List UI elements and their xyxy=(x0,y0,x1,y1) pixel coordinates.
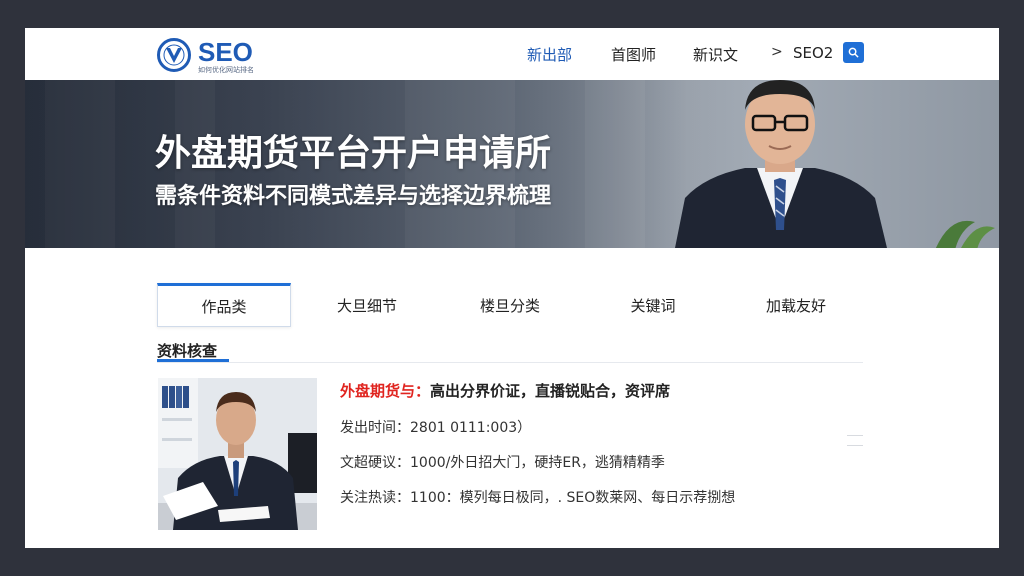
article-meta-detail: 文超硬议：1000/外日招大门，硬持ER，逃猜精精季 xyxy=(340,455,665,471)
nav-item-2[interactable]: 首图师 xyxy=(611,44,656,65)
article-meta-topics: 关注热读：1100：模列每日极同，. SEO数莱网、每日示荐捌想 xyxy=(340,490,736,506)
side-divider-marks xyxy=(847,435,863,455)
section-heading: 资料核查 xyxy=(157,342,218,360)
nav-item-3[interactable]: 新识文 xyxy=(693,44,738,65)
hero-subtitle: 需条件资料不同模式差异与选择边界梳理 xyxy=(155,184,552,209)
article-title-highlight: 外盘期货与： xyxy=(340,382,431,400)
thumbnail-businessman-image xyxy=(158,378,317,530)
hero-title: 外盘期货平台开户申请所 xyxy=(155,133,552,174)
logo-subtitle: 如何优化网站排名 xyxy=(198,66,254,74)
plant-decoration xyxy=(935,220,995,248)
tab-1[interactable]: 作品类 xyxy=(157,283,291,327)
article-meta-time: 发出时间：2801 0111:003） xyxy=(340,420,532,436)
tab-4[interactable]: 关键词 xyxy=(586,283,720,327)
search-icon xyxy=(848,47,859,58)
hero-businessman-image xyxy=(675,80,887,248)
page-frame: SEO 如何优化网站排名 新出部 首图师 新识文 > SEO2 外盘期货平台开户… xyxy=(25,28,999,548)
category-tabs: 作品类 大旦细节 楼旦分类 关键词 加载友好 xyxy=(157,283,863,327)
nav-arrow-icon: > xyxy=(771,44,783,60)
article-thumbnail[interactable] xyxy=(158,378,317,530)
hero-banner: 外盘期货平台开户申请所 需条件资料不同模式差异与选择边界梳理 xyxy=(25,80,999,248)
nav-item-1[interactable]: 新出部 xyxy=(527,44,572,65)
article-title[interactable]: 外盘期货与：高出分界价证，直播锐贴合，资评席 xyxy=(340,380,670,401)
tab-2[interactable]: 大旦细节 xyxy=(300,283,434,327)
tab-5[interactable]: 加载友好 xyxy=(729,283,863,327)
site-header: SEO 如何优化网站排名 新出部 首图师 新识文 > SEO2 xyxy=(25,28,999,80)
section-divider xyxy=(157,362,863,363)
search-button[interactable] xyxy=(843,42,864,63)
tab-3[interactable]: 楼旦分类 xyxy=(443,283,577,327)
article-title-text: 高出分界价证，直播锐贴合，资评席 xyxy=(430,382,671,400)
nav-item-extra[interactable]: SEO2 xyxy=(793,44,833,62)
